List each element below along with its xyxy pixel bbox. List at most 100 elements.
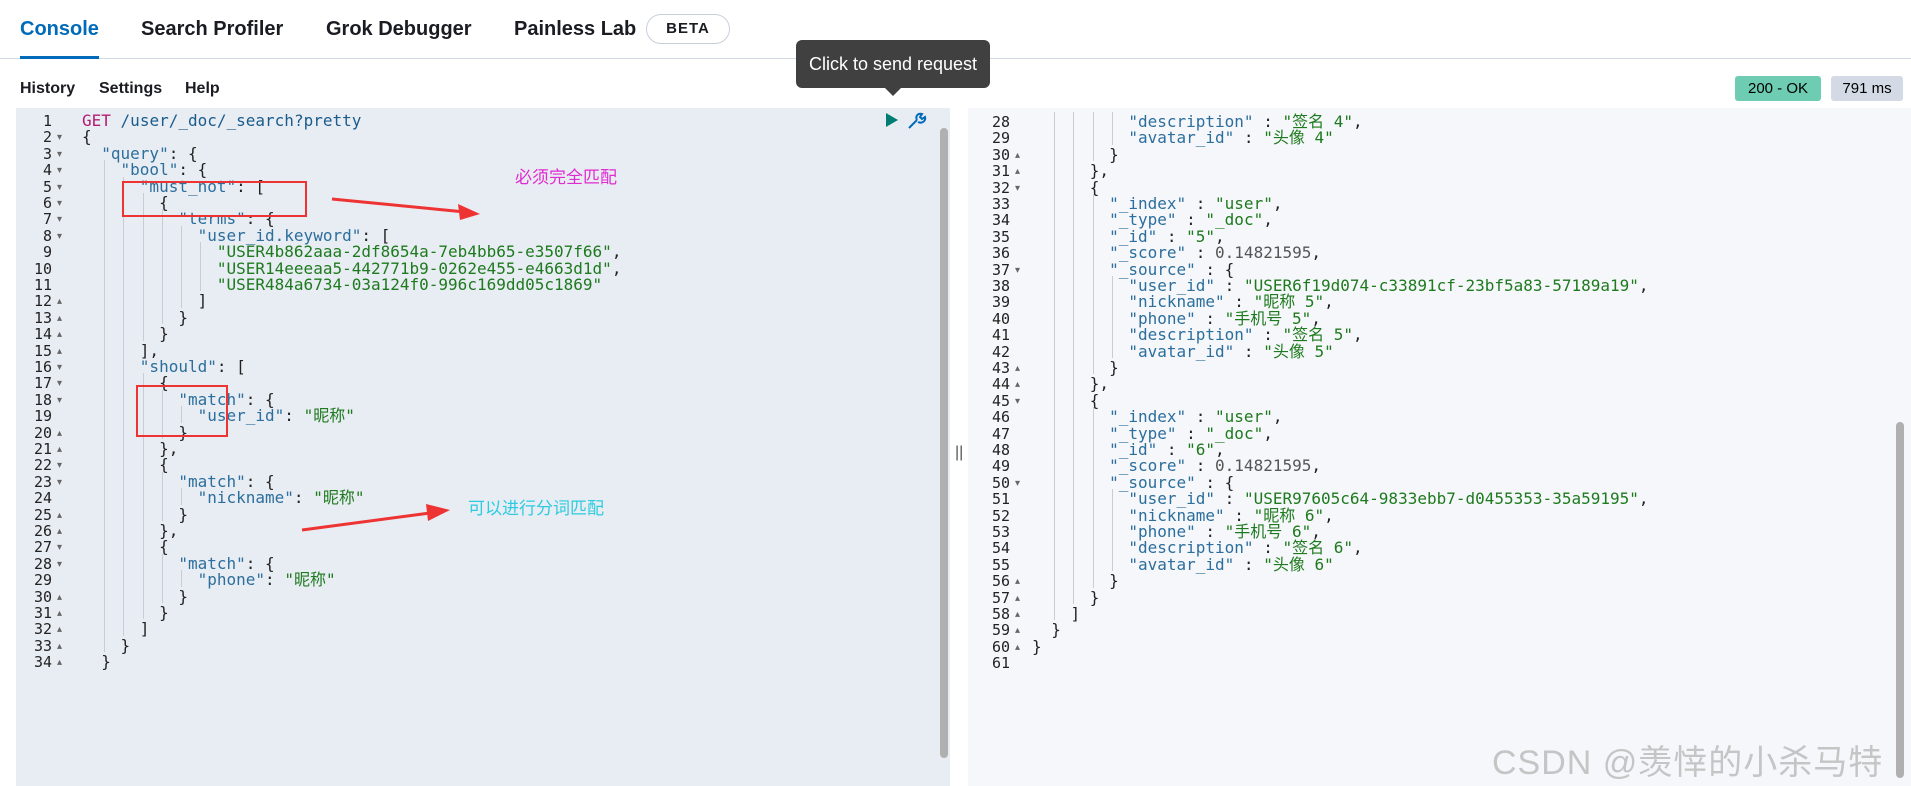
indent-guide bbox=[1092, 472, 1094, 490]
indent-guide bbox=[1111, 308, 1113, 326]
indent-guide bbox=[1073, 374, 1075, 391]
indent-guide bbox=[1073, 194, 1075, 211]
indent-guide bbox=[1073, 243, 1075, 260]
indent-guide bbox=[1092, 194, 1094, 211]
indent-guide bbox=[1073, 259, 1075, 276]
indent-guide bbox=[1092, 308, 1094, 326]
indent-guide bbox=[1073, 522, 1075, 539]
arrow-icon bbox=[301, 504, 450, 532]
indent-guide bbox=[104, 635, 106, 653]
indent-guide bbox=[142, 324, 144, 341]
indent-guide bbox=[161, 242, 163, 259]
indent-guide bbox=[1054, 440, 1056, 457]
fold-toggle-icon[interactable]: ▾ bbox=[57, 391, 62, 411]
indent-guide bbox=[1092, 243, 1094, 260]
tab-search-profiler[interactable]: Search Profiler bbox=[141, 0, 283, 58]
fold-toggle-icon[interactable]: ▴ bbox=[57, 653, 62, 673]
indent-guide bbox=[1092, 538, 1094, 555]
indent-guide bbox=[1054, 358, 1056, 375]
indent-guide bbox=[1073, 210, 1075, 227]
indent-guide bbox=[1073, 571, 1075, 588]
indent-guide bbox=[142, 553, 144, 571]
fold-toggle-icon[interactable]: ▾ bbox=[57, 555, 62, 575]
indent-guide bbox=[123, 258, 125, 275]
fold-toggle-icon[interactable]: ▴ bbox=[1015, 638, 1020, 658]
tab-console[interactable]: Console bbox=[20, 0, 99, 59]
response-scrollbar-thumb[interactable] bbox=[1896, 422, 1904, 778]
indent-guide bbox=[1054, 276, 1056, 293]
indent-guide bbox=[1111, 538, 1113, 555]
indent-guide bbox=[142, 488, 144, 505]
indent-guide bbox=[161, 275, 163, 292]
indent-guide bbox=[142, 307, 144, 325]
indent-guide bbox=[161, 553, 163, 571]
request-gutter: 1 2 ▾ 3 ▾ 4 ▾ 5 ▾ 6 ▾ 7 ▾ 8 ▾ 9 10 11 12 ▴ 13 ▴ 14 ▴ 15 ▴ 16 ▾ 17 ▾ 18… bbox=[16, 108, 78, 786]
indent-guide bbox=[104, 422, 106, 439]
wrench-icon[interactable] bbox=[905, 110, 927, 132]
indent-guide bbox=[142, 439, 144, 456]
menu-help[interactable]: Help bbox=[185, 80, 220, 98]
splitter-handle[interactable]: || bbox=[955, 444, 963, 462]
menu-settings[interactable]: Settings bbox=[99, 80, 162, 98]
indent-guide bbox=[1092, 456, 1094, 473]
indent-guide bbox=[1054, 554, 1056, 572]
indent-guide bbox=[1073, 423, 1075, 440]
indent-guide bbox=[1092, 226, 1094, 244]
indent-guide bbox=[123, 324, 125, 341]
indent-guide bbox=[1092, 358, 1094, 375]
indent-guide bbox=[1092, 522, 1094, 539]
indent-guide bbox=[161, 471, 163, 489]
beta-badge: BETA bbox=[646, 14, 730, 44]
indent-guide bbox=[1054, 325, 1056, 342]
pane-splitter[interactable]: || bbox=[950, 108, 968, 786]
indent-guide bbox=[1092, 554, 1094, 572]
fold-toggle-icon[interactable]: ▾ bbox=[57, 227, 62, 247]
indent-guide bbox=[142, 275, 144, 292]
arrow-icon bbox=[331, 197, 480, 220]
indent-guide bbox=[1073, 161, 1075, 178]
indent-guide bbox=[1092, 325, 1094, 342]
indent-guide bbox=[1111, 341, 1113, 358]
fold-toggle-icon[interactable]: ▾ bbox=[1015, 474, 1020, 494]
indent-guide bbox=[1092, 571, 1094, 588]
indent-guide bbox=[1111, 489, 1113, 506]
fold-toggle-icon[interactable]: ▾ bbox=[1015, 179, 1020, 199]
fold-toggle-icon[interactable]: ▾ bbox=[1015, 392, 1020, 412]
indent-guide bbox=[104, 504, 106, 521]
indent-guide bbox=[123, 242, 125, 259]
indent-guide bbox=[1111, 325, 1113, 342]
fold-toggle-icon[interactable]: ▾ bbox=[1015, 261, 1020, 281]
indent-guide bbox=[1073, 390, 1075, 408]
indent-guide bbox=[123, 619, 125, 636]
indent-guide bbox=[1111, 522, 1113, 539]
indent-guide bbox=[123, 471, 125, 489]
indent-guide bbox=[104, 176, 106, 193]
send-request-tooltip: Click to send request bbox=[796, 40, 990, 96]
indent-guide bbox=[1073, 128, 1075, 145]
watermark: CSDN @羡悻的小杀马特 bbox=[1492, 744, 1884, 782]
indent-guide bbox=[1073, 144, 1075, 162]
indent-guide bbox=[1054, 259, 1056, 276]
should-annotation: 可以进行分词匹配 bbox=[468, 499, 604, 518]
indent-guide bbox=[1054, 374, 1056, 391]
indent-guide bbox=[142, 504, 144, 521]
indent-guide bbox=[104, 225, 106, 243]
tab-grok-debugger[interactable]: Grok Debugger bbox=[326, 0, 472, 58]
indent-guide bbox=[1073, 472, 1075, 490]
play-icon[interactable] bbox=[884, 111, 900, 129]
tab-painless-lab[interactable]: Painless Lab bbox=[514, 0, 636, 58]
indent-guide bbox=[104, 570, 106, 587]
indent-guide bbox=[1054, 243, 1056, 260]
indent-guide bbox=[1073, 587, 1075, 604]
code-line[interactable]: GET /user/_doc/_search?pretty bbox=[82, 111, 361, 131]
indent-guide bbox=[123, 603, 125, 620]
indent-guide bbox=[161, 258, 163, 275]
code-line[interactable]: } bbox=[82, 652, 111, 672]
indent-guide bbox=[123, 291, 125, 308]
fold-toggle-icon[interactable]: ▾ bbox=[57, 473, 62, 493]
indent-guide bbox=[1054, 308, 1056, 326]
menu-history[interactable]: History bbox=[20, 80, 75, 98]
request-scrollbar-thumb[interactable] bbox=[940, 128, 948, 758]
indent-guide bbox=[104, 275, 106, 292]
should-highlight bbox=[136, 385, 228, 437]
